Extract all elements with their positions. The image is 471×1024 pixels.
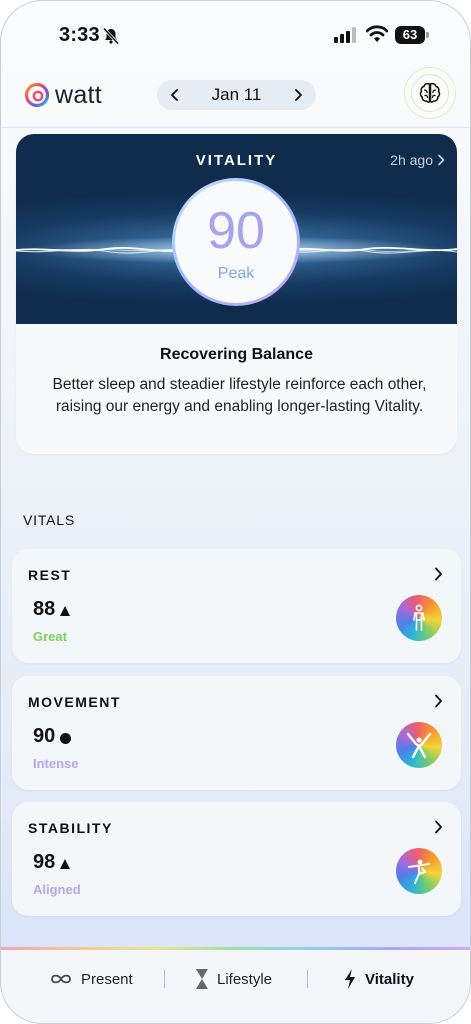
vitality-level: Peak bbox=[217, 265, 255, 282]
vital-card-movement[interactable]: MOVEMENT 90 Intense bbox=[12, 676, 461, 790]
vital-score-value: 88 bbox=[33, 598, 56, 620]
nav-tab-vitality[interactable]: Vitality bbox=[343, 967, 414, 991]
vital-name: REST bbox=[28, 567, 72, 583]
bell-muted-icon bbox=[102, 27, 120, 45]
app-name: watt bbox=[55, 80, 103, 109]
standing-figure-icon bbox=[396, 595, 442, 641]
vitality-description: Better sleep and steadier lifestyle rein… bbox=[52, 376, 427, 415]
balance-figure-icon bbox=[396, 848, 442, 894]
vital-score: 98 bbox=[33, 851, 71, 874]
trend-steady-icon bbox=[60, 732, 72, 744]
current-date[interactable]: Jan 11 bbox=[212, 85, 262, 105]
battery-level: 63 bbox=[395, 26, 425, 44]
date-selector: Jan 11 bbox=[157, 80, 316, 110]
nav-tab-lifestyle[interactable]: Lifestyle bbox=[195, 967, 272, 991]
app-logo: watt bbox=[24, 80, 102, 110]
bottom-nav: Present Lifestyle Vitality bbox=[1, 950, 470, 1023]
nav-separator bbox=[164, 970, 165, 988]
brain-button[interactable] bbox=[404, 67, 456, 119]
vitality-hero: VITALITY 2h ago 90 Peak bbox=[16, 134, 457, 324]
infinity-icon bbox=[51, 974, 71, 984]
brain-icon bbox=[419, 82, 441, 103]
vitality-updated-time: 2h ago bbox=[390, 152, 433, 168]
vital-score-value: 90 bbox=[33, 725, 56, 747]
vital-name: MOVEMENT bbox=[28, 694, 121, 710]
watt-logo-icon bbox=[24, 82, 50, 108]
vitality-heading: Recovering Balance bbox=[160, 346, 313, 363]
header-divider bbox=[1, 127, 470, 128]
status-time: 3:33 bbox=[59, 24, 100, 46]
nav-tab-present[interactable]: Present bbox=[49, 967, 133, 991]
vitality-score: 90 bbox=[207, 202, 265, 260]
vital-score: 90 bbox=[33, 725, 72, 748]
vitality-score-ring: 90 Peak bbox=[172, 178, 300, 306]
nav-tab-label: Vitality bbox=[365, 970, 414, 988]
wifi-icon bbox=[366, 25, 388, 42]
status-bar: 3:33 63 bbox=[1, 1, 470, 61]
chevron-right-icon bbox=[435, 567, 442, 581]
hourglass-icon bbox=[196, 969, 208, 989]
app-screen: 3:33 63 watt Jan 11 VITALITY 2h ago 90 P… bbox=[0, 0, 471, 1024]
nav-separator bbox=[307, 970, 308, 988]
vital-card-stability[interactable]: STABILITY 98 Aligned bbox=[12, 802, 461, 916]
vitality-score-badge: 90 Peak bbox=[175, 181, 297, 303]
vitality-updated-link[interactable]: 2h ago bbox=[390, 152, 445, 168]
trend-up-icon bbox=[60, 859, 71, 869]
chevron-right-icon bbox=[435, 694, 442, 708]
chevron-right-icon[interactable] bbox=[292, 88, 304, 102]
jumping-figure-icon bbox=[396, 722, 442, 768]
cellular-signal-icon bbox=[334, 27, 356, 43]
vital-status: Aligned bbox=[33, 882, 81, 897]
vitality-card[interactable]: VITALITY 2h ago 90 Peak Recovering Balan… bbox=[16, 134, 457, 454]
chevron-left-icon[interactable] bbox=[169, 88, 181, 102]
chevron-right-icon bbox=[438, 154, 445, 166]
nav-tab-label: Lifestyle bbox=[217, 970, 273, 988]
chevron-right-icon bbox=[435, 820, 442, 834]
battery-indicator: 63 bbox=[395, 26, 429, 44]
lightning-icon bbox=[345, 969, 355, 989]
vital-card-rest[interactable]: REST 88 Great bbox=[12, 549, 461, 663]
trend-up-icon bbox=[60, 606, 71, 616]
vitals-section-title: VITALS bbox=[23, 512, 76, 528]
vital-status: Great bbox=[33, 629, 67, 644]
vital-score: 88 bbox=[33, 598, 71, 621]
vital-status: Intense bbox=[33, 756, 79, 771]
vital-score-value: 98 bbox=[33, 851, 56, 873]
nav-tab-label: Present bbox=[81, 970, 133, 988]
battery-cap bbox=[426, 32, 429, 38]
vital-name: STABILITY bbox=[28, 820, 113, 836]
